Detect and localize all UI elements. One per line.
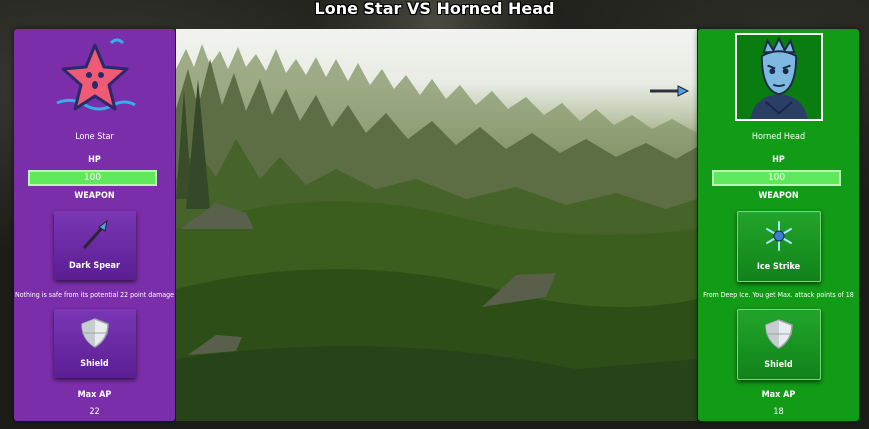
shield-name-left: Shield [80,359,109,369]
weapon-card-ice-strike[interactable]: Ice Strike [736,211,821,282]
hp-bar-left: 100 [28,170,157,186]
player-name-left: Lone Star [75,132,114,142]
shield-card-left[interactable]: Shield [53,309,136,378]
forest-landscape [176,44,697,421]
max-ap-value-left: 22 [89,407,100,417]
hp-label-right: HP [772,155,785,165]
snowflake-icon [765,221,792,251]
player-name-right: Horned Head [751,132,806,142]
weapon-description-right: From Deep Ice. You get Max. attack point… [703,291,854,299]
weapon-name-left: Dark Spear [69,261,120,271]
weapon-name-right: Ice Strike [756,262,801,272]
weapon-label-left: WEAPON [74,191,115,201]
player-panel-left: Lone Star HP 100 WEAPON Dark Spear Nothi… [14,29,175,421]
weapon-description-left: Nothing is safe from its potential 22 po… [15,291,174,299]
weapon-label-right: WEAPON [758,191,799,201]
spear-projectile-icon [650,85,690,97]
max-ap-label-left: Max AP [77,390,112,400]
hp-bar-right: 100 [712,170,841,186]
hp-label-left: HP [88,155,101,165]
shield-card-right[interactable]: Shield [736,309,821,380]
shield-name-right: Shield [764,360,793,370]
shield-icon [764,319,793,349]
spear-icon [83,219,108,249]
battle-title: Lone Star VS Horned Head [314,0,555,18]
battle-scene [176,29,697,421]
max-ap-label-right: Max AP [761,390,796,400]
horned-head-character-icon [734,33,823,121]
player-panel-right: Horned Head HP 100 WEAPON Ice Strike Fro… [698,29,859,421]
shield-icon [80,318,109,348]
max-ap-value-right: 18 [773,407,784,417]
weapon-card-dark-spear[interactable]: Dark Spear [53,211,136,280]
star-character-icon [55,38,136,111]
